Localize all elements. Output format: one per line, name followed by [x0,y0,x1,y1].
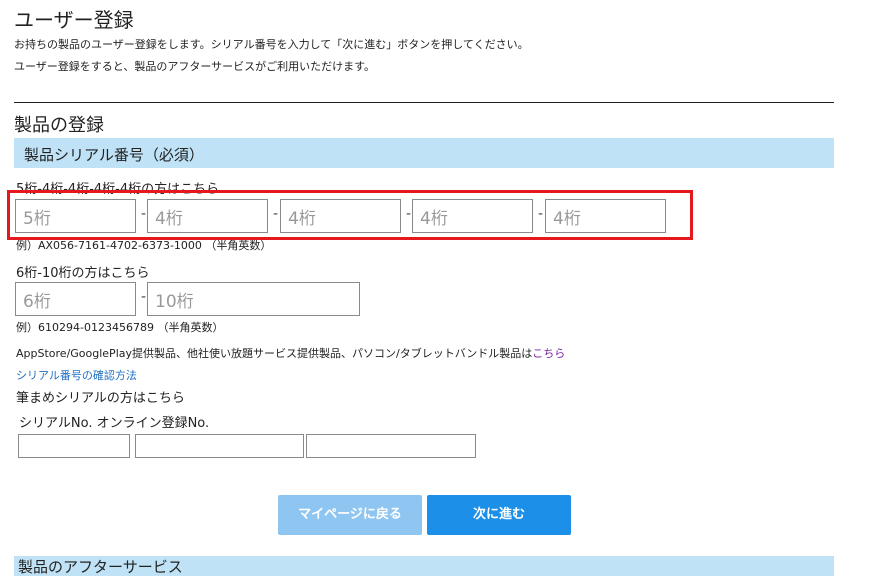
serial-field-10digit[interactable]: 10桁 [147,282,360,316]
format-b-example: 例）610294-0123456789 （半角英数） [16,321,224,334]
serial-header-bar: 製品シリアル番号（必須） [14,138,834,168]
page-title: ユーザー登録 [14,8,134,32]
fude-serial-input[interactable] [18,434,130,458]
after-service-bar: 製品のアフターサービス [14,556,834,576]
appstore-link[interactable]: こちら [532,347,565,360]
intro-text: お持ちの製品のユーザー登録をします。シリアル番号を入力して「次に進む」ボタンを押… [14,38,529,51]
intro-text-2: ユーザー登録をすると、製品のアフターサービスがご利用いただけます。 [14,60,376,73]
separator: - [141,289,147,305]
appstore-note: AppStore/GooglePlay提供製品、他社使い放題サービス提供製品、パ… [16,345,565,361]
back-to-mypage-button[interactable]: マイページに戻る [278,495,422,535]
fude-online-input-1[interactable] [135,434,304,458]
divider [14,102,834,103]
after-service-title: 製品のアフターサービス [18,558,183,576]
section-title: 製品の登録 [14,115,104,136]
fude-label: 筆まめシリアルの方はこちら [16,391,185,406]
fude-online-input-2[interactable] [306,434,476,458]
format-b-label: 6桁-10桁の方はこちら [16,266,150,281]
serial-check-link[interactable]: シリアル番号の確認方法 [16,367,137,383]
serial-field-6digit[interactable]: 6桁 [15,282,136,316]
highlight-box [7,190,693,240]
serial-header-label: 製品シリアル番号（必須） [24,146,204,164]
appstore-text: AppStore/GooglePlay提供製品、他社使い放題サービス提供製品、パ… [16,347,533,360]
fude-columns: シリアルNo. オンライン登録No. [19,416,210,431]
next-button[interactable]: 次に進む [427,495,571,535]
